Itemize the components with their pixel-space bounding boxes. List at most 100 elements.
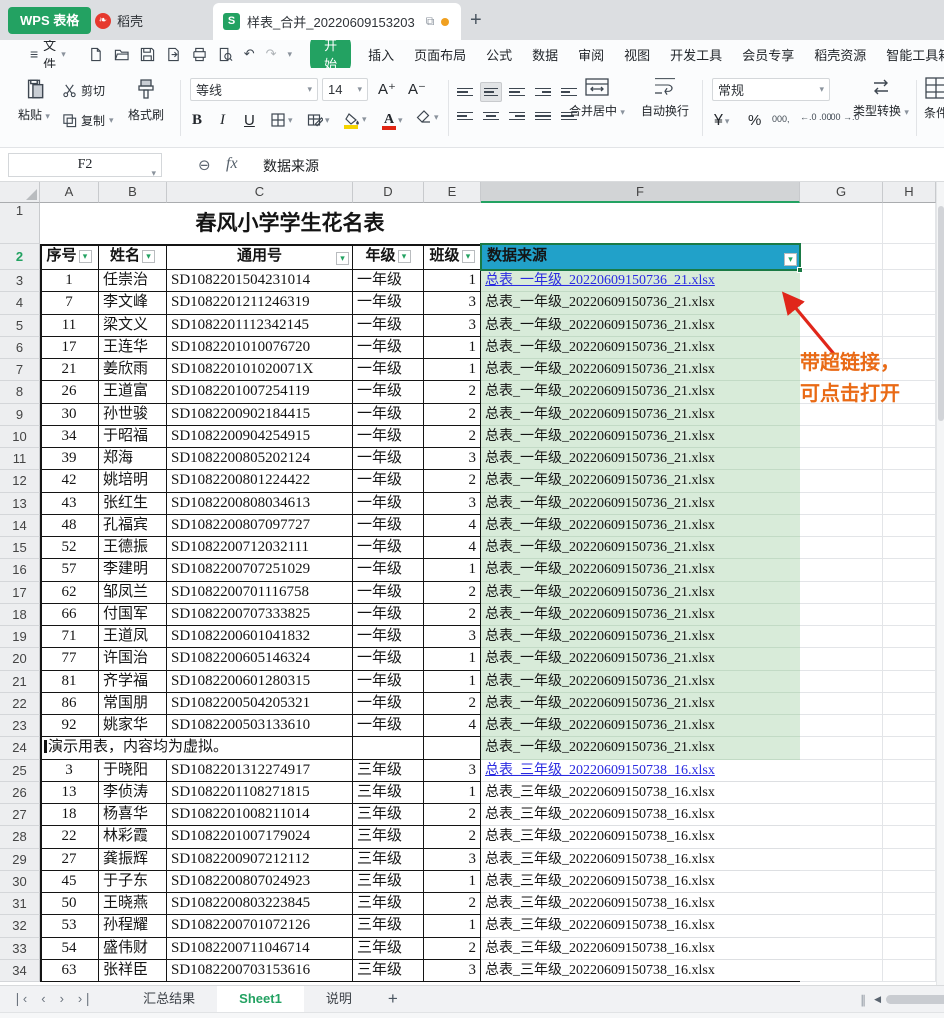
- cell-B14[interactable]: 孔福宾: [99, 515, 167, 537]
- cell-D27[interactable]: 三年级: [353, 804, 424, 826]
- cell-G28[interactable]: [800, 826, 883, 848]
- cell-F19[interactable]: 总表_一年级_20220609150736_21.xlsx: [481, 626, 800, 648]
- prev-sheet-icon[interactable]: ‹: [41, 991, 45, 1007]
- cell-G24[interactable]: [800, 737, 883, 759]
- cell-A25[interactable]: 3: [40, 760, 99, 782]
- cut-button[interactable]: 剪切: [62, 82, 105, 99]
- cell-E23[interactable]: 4: [424, 715, 481, 737]
- row-header-20[interactable]: 20: [0, 648, 40, 670]
- cell-E16[interactable]: 1: [424, 559, 481, 581]
- cell-G21[interactable]: [800, 671, 883, 693]
- cell-A19[interactable]: 71: [40, 626, 99, 648]
- cell-A31[interactable]: 50: [40, 893, 99, 915]
- row-header-18[interactable]: 18: [0, 604, 40, 626]
- vertical-scrollbar[interactable]: [936, 182, 944, 985]
- cell-title-A1[interactable]: 春风小学学生花名表: [40, 203, 481, 244]
- cell-H4[interactable]: [883, 292, 936, 314]
- cell-F4[interactable]: 总表_一年级_20220609150736_21.xlsx: [481, 292, 800, 314]
- cell-A23[interactable]: 92: [40, 715, 99, 737]
- cell-B27[interactable]: 杨喜华: [99, 804, 167, 826]
- cell-E18[interactable]: 2: [424, 604, 481, 626]
- cell-D7[interactable]: 一年级: [353, 359, 424, 381]
- row-header-8[interactable]: 8: [0, 381, 40, 403]
- ribbon-tab-视图[interactable]: 视图: [624, 45, 650, 64]
- row-header-31[interactable]: 31: [0, 893, 40, 915]
- cell-C26[interactable]: SD1082201108271815: [167, 782, 353, 804]
- ribbon-tab-公式[interactable]: 公式: [486, 45, 512, 64]
- cell-C30[interactable]: SD1082200807024923: [167, 871, 353, 893]
- cell-D8[interactable]: 一年级: [353, 381, 424, 403]
- cell-C11[interactable]: SD1082200805202124: [167, 448, 353, 470]
- conditional-format-button[interactable]: 条件格式: [924, 76, 944, 121]
- cell-A7[interactable]: 21: [40, 359, 99, 381]
- cell-C8[interactable]: SD1082201007254119: [167, 381, 353, 403]
- cell-E17[interactable]: 2: [424, 582, 481, 604]
- sheet-tab-汇总结果[interactable]: 汇总结果: [121, 986, 217, 1013]
- redo-icon[interactable]: ↷: [266, 46, 277, 62]
- cell-B13[interactable]: 张红生: [99, 493, 167, 515]
- cell-E12[interactable]: 2: [424, 470, 481, 492]
- cell-B7[interactable]: 姜欣雨: [99, 359, 167, 381]
- cell-G27[interactable]: [800, 804, 883, 826]
- cell-C31[interactable]: SD1082200803223845: [167, 893, 353, 915]
- cell-E30[interactable]: 1: [424, 871, 481, 893]
- align-center-button[interactable]: [480, 106, 502, 126]
- row-header-1[interactable]: 1: [0, 203, 40, 244]
- row-header-14[interactable]: 14: [0, 515, 40, 537]
- cell-D32[interactable]: 三年级: [353, 915, 424, 937]
- cell-H16[interactable]: [883, 559, 936, 581]
- row-header-21[interactable]: 21: [0, 671, 40, 693]
- column-header-B[interactable]: B: [99, 182, 167, 203]
- cell-B22[interactable]: 常国朋: [99, 693, 167, 715]
- cell-H13[interactable]: [883, 493, 936, 515]
- cell-F7[interactable]: 总表_一年级_20220609150736_21.xlsx: [481, 359, 800, 381]
- cell-E27[interactable]: 2: [424, 804, 481, 826]
- cell-H5[interactable]: [883, 315, 936, 337]
- cell-C21[interactable]: SD1082200601280315: [167, 671, 353, 693]
- add-sheet-button[interactable]: +: [388, 989, 398, 1009]
- cell-H29[interactable]: [883, 849, 936, 871]
- cell-D23[interactable]: 一年级: [353, 715, 424, 737]
- cell-D6[interactable]: 一年级: [353, 337, 424, 359]
- row-header-25[interactable]: 25: [0, 760, 40, 782]
- row-header-2[interactable]: 2: [0, 244, 40, 270]
- copy-button[interactable]: 复制 ▾: [62, 112, 114, 129]
- ribbon-tab-开发工具[interactable]: 开发工具: [670, 45, 722, 64]
- cell-G12[interactable]: [800, 470, 883, 492]
- last-sheet-icon[interactable]: ›❘: [78, 991, 93, 1007]
- cell-F21[interactable]: 总表_一年级_20220609150736_21.xlsx: [481, 671, 800, 693]
- cell-C29[interactable]: SD1082200907212112: [167, 849, 353, 871]
- undo-icon[interactable]: ↶: [244, 46, 255, 62]
- cell-A8[interactable]: 26: [40, 381, 99, 403]
- paste-button[interactable]: 粘贴 ▾: [12, 76, 56, 123]
- cell-G32[interactable]: [800, 915, 883, 937]
- comma-format-button[interactable]: 000,: [772, 114, 790, 124]
- cell-B17[interactable]: 邹凤兰: [99, 582, 167, 604]
- cell-F11[interactable]: 总表_一年级_20220609150736_21.xlsx: [481, 448, 800, 470]
- cell-A20[interactable]: 77: [40, 648, 99, 670]
- scroll-left-icon[interactable]: ◀: [874, 994, 881, 1005]
- cell-E9[interactable]: 2: [424, 404, 481, 426]
- cell-C13[interactable]: SD1082200808034613: [167, 493, 353, 515]
- cell-A29[interactable]: 27: [40, 849, 99, 871]
- cell-E33[interactable]: 2: [424, 938, 481, 960]
- cell-A22[interactable]: 86: [40, 693, 99, 715]
- percent-format-button[interactable]: %: [748, 112, 761, 129]
- cell-D30[interactable]: 三年级: [353, 871, 424, 893]
- cell-H23[interactable]: [883, 715, 936, 737]
- cell-D12[interactable]: 一年级: [353, 470, 424, 492]
- row-header-26[interactable]: 26: [0, 782, 40, 804]
- row-header-32[interactable]: 32: [0, 915, 40, 937]
- cell-H11[interactable]: [883, 448, 936, 470]
- cell-F31[interactable]: 总表_三年级_20220609150738_16.xlsx: [481, 893, 800, 915]
- cell-A9[interactable]: 30: [40, 404, 99, 426]
- font-name-select[interactable]: 等线▾: [190, 78, 318, 101]
- cell-F10[interactable]: 总表_一年级_20220609150736_21.xlsx: [481, 426, 800, 448]
- row-header-5[interactable]: 5: [0, 315, 40, 337]
- cell-A13[interactable]: 43: [40, 493, 99, 515]
- cell-H19[interactable]: [883, 626, 936, 648]
- cell-E32[interactable]: 1: [424, 915, 481, 937]
- row-header-17[interactable]: 17: [0, 582, 40, 604]
- cell-G30[interactable]: [800, 871, 883, 893]
- cell-D4[interactable]: 一年级: [353, 292, 424, 314]
